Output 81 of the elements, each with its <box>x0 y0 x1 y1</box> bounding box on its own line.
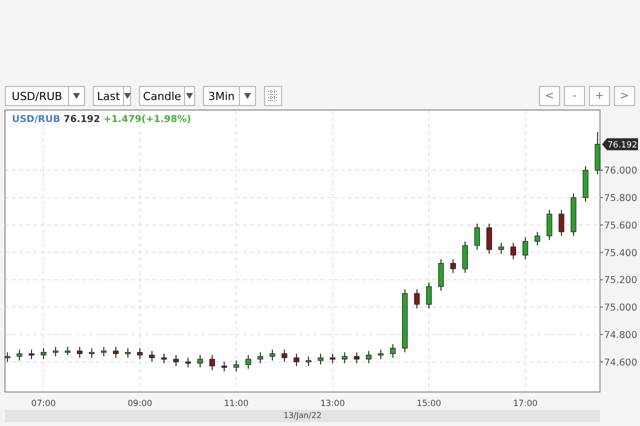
table-view-button[interactable] <box>264 86 282 106</box>
candlestick <box>125 348 131 358</box>
candlestick <box>426 282 432 309</box>
candlestick <box>16 349 22 362</box>
candlestick <box>52 346 58 357</box>
y-axis-label: 74.800 <box>604 330 638 341</box>
candlestick <box>197 354 203 368</box>
candlestick <box>318 353 324 366</box>
candlestick <box>354 352 360 364</box>
x-axis-label: 13:00 <box>320 399 345 409</box>
x-axis-label: 07:00 <box>31 399 56 409</box>
candlestick <box>534 231 540 246</box>
candlestick <box>209 354 215 371</box>
nav-button[interactable]: < <box>539 86 560 106</box>
candlestick <box>294 353 300 366</box>
candlestick <box>594 131 600 175</box>
x-axis-label: 09:00 <box>128 399 152 409</box>
candlestick <box>270 349 276 362</box>
dropdown[interactable]: USD/RUB <box>5 86 85 106</box>
y-axis-label: 75.400 <box>604 248 638 259</box>
caret-icon <box>73 92 80 98</box>
candlestick <box>113 346 119 358</box>
candlestick <box>462 240 468 274</box>
candlestick <box>390 344 396 358</box>
candlestick <box>282 349 288 362</box>
candlestick <box>486 223 492 254</box>
y-axis-label: 74.600 <box>604 357 638 368</box>
x-axis-label: 11:00 <box>224 399 248 409</box>
candlestick <box>438 258 444 292</box>
dropdown[interactable]: 3Min <box>203 86 256 106</box>
candlestick <box>76 346 82 358</box>
x-axis-label: 17:00 <box>513 399 538 409</box>
caret-icon <box>124 92 131 98</box>
candlestick <box>558 209 564 236</box>
candlestick <box>498 242 504 254</box>
candlestick <box>330 353 336 364</box>
date-label: 13/Jan/22 <box>5 410 600 422</box>
candlestick <box>342 352 348 364</box>
candlestick <box>474 223 480 250</box>
candlestick <box>258 352 264 364</box>
candlestick <box>414 288 420 309</box>
candlestick <box>402 288 408 353</box>
candlestick <box>28 349 34 360</box>
candlestick <box>221 361 228 372</box>
candlestick <box>570 193 576 236</box>
y-axis-label: 75.600 <box>604 220 638 232</box>
nav-button[interactable]: > <box>614 86 635 106</box>
price-tag: 76.192 <box>602 138 638 150</box>
candlestick <box>522 236 528 260</box>
candlestick <box>233 360 240 372</box>
candlestick <box>450 258 456 274</box>
caret-icon <box>186 92 194 98</box>
list-icon <box>268 90 278 101</box>
candlestick <box>582 166 588 202</box>
y-axis-label: 76.000 <box>604 166 638 177</box>
candlestick <box>185 357 191 368</box>
y-axis-label: 75.200 <box>604 275 638 286</box>
candlestick <box>161 353 167 364</box>
candlestick <box>40 348 46 360</box>
candlestick <box>546 209 552 241</box>
candlestick <box>88 348 95 358</box>
candlestick <box>4 352 10 362</box>
candlestick <box>149 350 155 362</box>
candlestick <box>137 348 143 360</box>
dropdown[interactable]: Last <box>93 86 131 106</box>
candlestick <box>366 350 372 364</box>
nav-button[interactable]: + <box>589 86 610 106</box>
candlestick <box>100 346 107 357</box>
y-axis-label: 75.000 <box>604 302 638 314</box>
candlestick <box>173 354 179 366</box>
y-axis-label: 75.800 <box>604 193 638 204</box>
candlestick <box>378 349 384 360</box>
nav-button[interactable]: - <box>564 86 585 106</box>
caret-icon <box>244 92 251 98</box>
x-axis-label: 15:00 <box>416 399 442 409</box>
candlestick <box>64 346 70 356</box>
dropdown[interactable]: Candle <box>139 86 195 106</box>
candlestick <box>306 356 312 366</box>
candlestick <box>246 354 252 370</box>
candlestick <box>510 242 516 260</box>
price-legend: USD/RUB 76.192 +1.479(+1.98%) <box>12 113 192 128</box>
